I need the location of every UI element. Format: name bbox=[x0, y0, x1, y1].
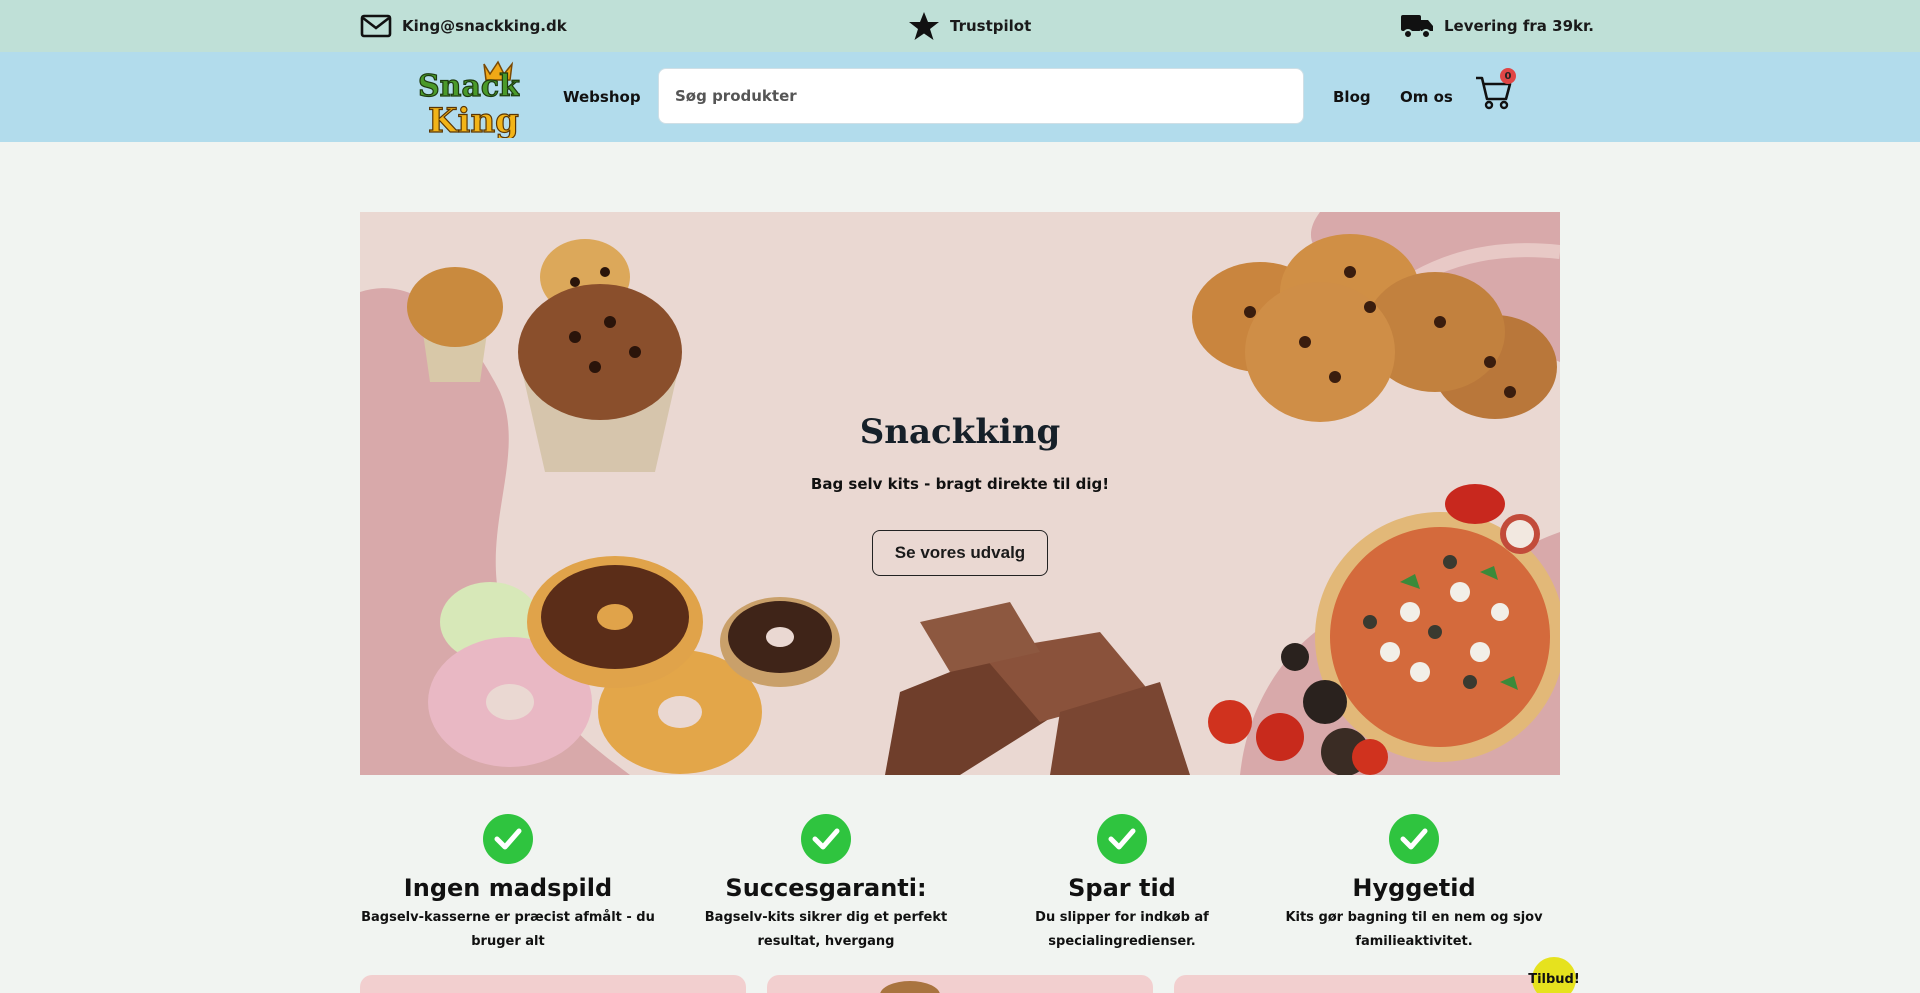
logo-king: King bbox=[428, 101, 519, 138]
snackking-logo[interactable]: Snack King bbox=[414, 58, 522, 142]
feature-title: Ingen madspild bbox=[403, 874, 613, 902]
truck-icon bbox=[1400, 12, 1434, 40]
feature-text: Kits gør bagning til en nem og sjov fami… bbox=[1285, 910, 1543, 949]
delivery-info: Levering fra 39kr. bbox=[1400, 0, 1594, 52]
hero-background-art bbox=[360, 212, 1560, 775]
product-image bbox=[880, 981, 940, 993]
trustpilot-link[interactable]: Trustpilot bbox=[908, 0, 1031, 52]
feature-title: Succesgaranti: bbox=[725, 874, 927, 902]
feature-text: Du slipper for indkøb af specialingredie… bbox=[1035, 910, 1209, 949]
donuts-image bbox=[428, 556, 840, 774]
nav-webshop[interactable]: Webshop bbox=[563, 52, 641, 142]
cart-count-badge: 0 bbox=[1500, 68, 1516, 84]
feature-title: Spar tid bbox=[1068, 874, 1176, 902]
star-icon bbox=[908, 11, 940, 41]
top-info-bar: King@snackking.dk Trustpilot Levering fr… bbox=[0, 0, 1920, 52]
search-input[interactable]: Søg produkter bbox=[658, 68, 1304, 124]
product-card[interactable] bbox=[767, 975, 1153, 993]
feature-no-waste: Ingen madspild Bagselv-kasserne er præci… bbox=[358, 814, 658, 954]
check-icon bbox=[483, 814, 533, 864]
feature-success-guarantee: Succesgaranti: Bagselv-kits sikrer dig e… bbox=[676, 814, 976, 954]
logo-snack: Snack bbox=[418, 69, 520, 104]
search-placeholder: Søg produkter bbox=[675, 87, 797, 105]
check-icon bbox=[1389, 814, 1439, 864]
pizza-image bbox=[1208, 484, 1560, 775]
feature-save-time: Spar tid Du slipper for indkøb af specia… bbox=[972, 814, 1272, 954]
product-card[interactable] bbox=[360, 975, 746, 993]
nav-blog[interactable]: Blog bbox=[1333, 52, 1371, 142]
feature-text: Bagselv-kits sikrer dig et perfekt resul… bbox=[704, 910, 948, 949]
see-selection-button[interactable]: Se vores udvalg bbox=[872, 530, 1048, 576]
cart-icon bbox=[1474, 76, 1514, 116]
feature-text: Bagselv-kasserne er præcist afmålt - du … bbox=[361, 910, 655, 949]
email-contact[interactable]: King@snackking.dk bbox=[360, 0, 567, 52]
hero-title: Snackking bbox=[859, 412, 1061, 452]
feature-title: Hyggetid bbox=[1352, 874, 1476, 902]
hero-banner: Snackking Bag selv kits - bragt direkte … bbox=[360, 212, 1560, 775]
email-text: King@snackking.dk bbox=[402, 17, 567, 35]
mail-icon bbox=[360, 14, 392, 38]
nav-about[interactable]: Om os bbox=[1400, 52, 1453, 142]
offer-badge: Tilbud! bbox=[1528, 957, 1580, 993]
check-icon bbox=[1097, 814, 1147, 864]
chocolate-image bbox=[885, 602, 1190, 775]
delivery-text: Levering fra 39kr. bbox=[1444, 17, 1594, 35]
trustpilot-text: Trustpilot bbox=[950, 17, 1032, 35]
feature-cozy-time: Hyggetid Kits gør bagning til en nem og … bbox=[1264, 814, 1564, 954]
hero-subtitle: Bag selv kits - bragt direkte til dig! bbox=[810, 475, 1110, 493]
product-card[interactable] bbox=[1174, 975, 1560, 993]
check-icon bbox=[801, 814, 851, 864]
main-navbar: Snack King Webshop Søg produkter Blog Om… bbox=[0, 52, 1920, 142]
